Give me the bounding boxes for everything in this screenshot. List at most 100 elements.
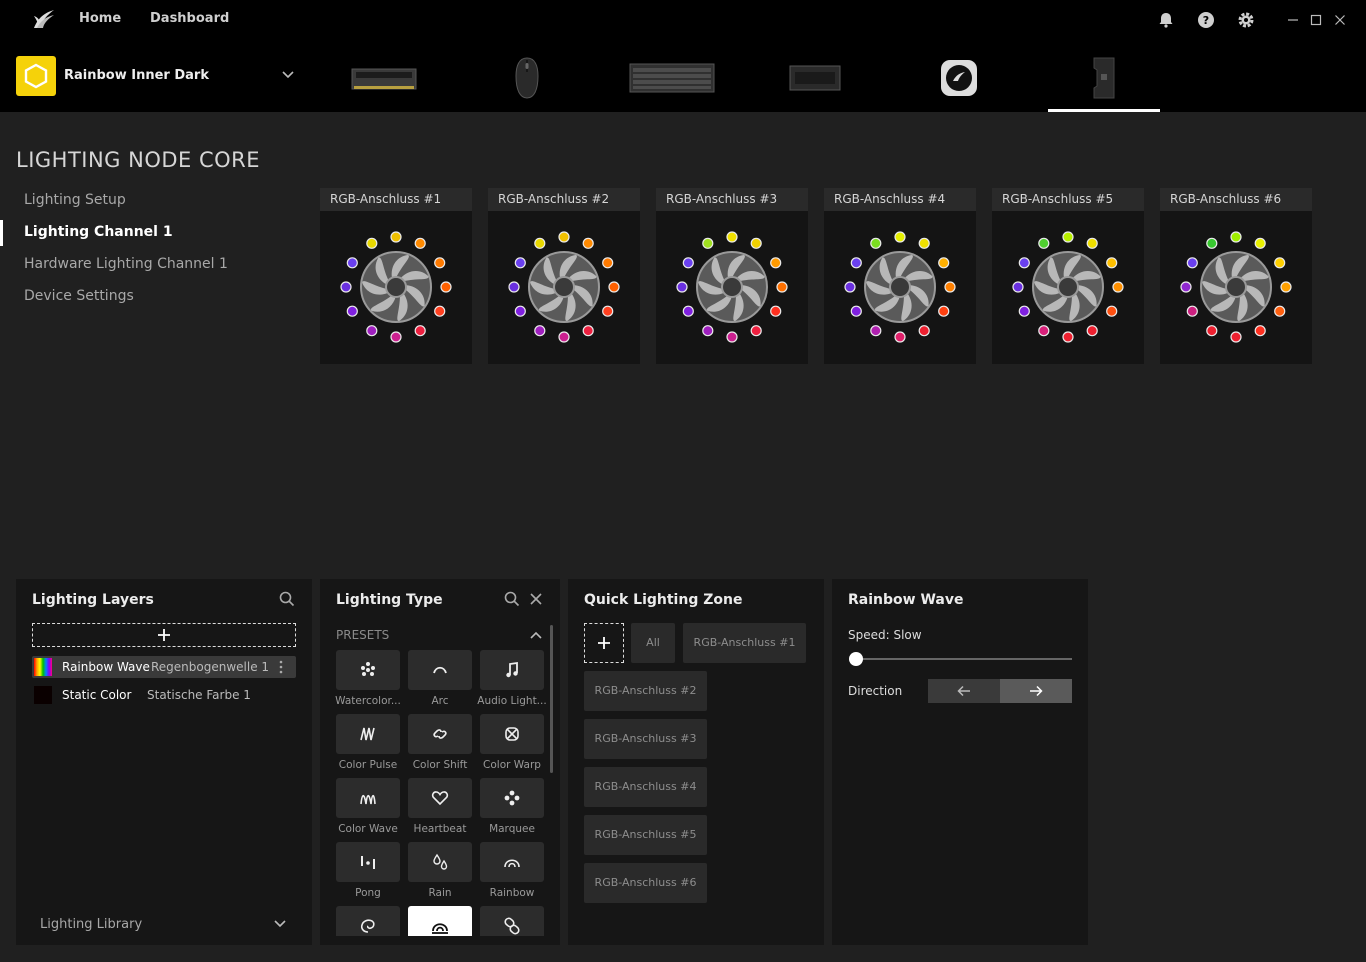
led-dot[interactable]	[534, 237, 546, 249]
add-layer-button[interactable]	[32, 623, 296, 647]
led-dot[interactable]	[366, 325, 378, 337]
led-dot[interactable]	[514, 305, 526, 317]
led-dot[interactable]	[390, 231, 402, 243]
gear-icon[interactable]	[1237, 11, 1255, 29]
close-icon[interactable]	[529, 592, 543, 606]
zone-all-button[interactable]: All	[631, 623, 675, 663]
led-dot[interactable]	[608, 281, 620, 293]
direction-right-button[interactable]	[1000, 679, 1072, 703]
zone-button-3[interactable]: RGB-Anschluss #3	[584, 719, 707, 759]
led-dot[interactable]	[894, 331, 906, 343]
led-dot[interactable]	[938, 305, 950, 317]
led-dot[interactable]	[702, 325, 714, 337]
led-dot[interactable]	[1086, 237, 1098, 249]
lighting-type-button[interactable]	[480, 842, 544, 882]
lighting-type-button[interactable]	[408, 778, 472, 818]
led-dot[interactable]	[434, 257, 446, 269]
led-dot[interactable]	[582, 325, 594, 337]
led-dot[interactable]	[702, 237, 714, 249]
led-dot[interactable]	[508, 281, 520, 293]
port-card[interactable]: RGB-Anschluss #3	[656, 188, 808, 364]
keyboard-device[interactable]	[622, 48, 722, 108]
led-dot[interactable]	[1018, 305, 1030, 317]
led-dot[interactable]	[1206, 237, 1218, 249]
hub-device[interactable]	[780, 48, 850, 108]
lighting-type-button[interactable]	[336, 778, 400, 818]
led-dot[interactable]	[750, 237, 762, 249]
zone-button-5[interactable]: RGB-Anschluss #5	[584, 815, 707, 855]
scrollbar[interactable]	[550, 625, 553, 773]
speed-slider-thumb[interactable]	[849, 652, 863, 666]
led-dot[interactable]	[1186, 257, 1198, 269]
minimize-icon[interactable]	[1287, 14, 1299, 26]
led-dot[interactable]	[938, 257, 950, 269]
led-dot[interactable]	[682, 257, 694, 269]
lighting-type-button[interactable]	[336, 650, 400, 690]
bell-icon[interactable]	[1157, 11, 1175, 29]
lighting-type-button[interactable]	[408, 842, 472, 882]
profile-icon[interactable]	[16, 56, 56, 96]
led-dot[interactable]	[1062, 331, 1074, 343]
layer-item-static-color[interactable]: Static Color Statische Farbe 1	[32, 684, 296, 706]
search-icon[interactable]	[279, 591, 295, 607]
led-dot[interactable]	[870, 237, 882, 249]
led-dot[interactable]	[1274, 305, 1286, 317]
led-dot[interactable]	[918, 325, 930, 337]
lighting-type-button[interactable]	[408, 650, 472, 690]
zone-button-1[interactable]: RGB-Anschluss #1	[683, 623, 806, 663]
nav-hardware-lighting-channel-1[interactable]: Hardware Lighting Channel 1	[24, 256, 228, 272]
led-dot[interactable]	[770, 257, 782, 269]
led-dot[interactable]	[602, 305, 614, 317]
mouse-device[interactable]	[496, 48, 558, 108]
led-dot[interactable]	[1186, 305, 1198, 317]
nav-lighting-setup[interactable]: Lighting Setup	[24, 192, 126, 208]
led-dot[interactable]	[366, 237, 378, 249]
led-dot[interactable]	[558, 231, 570, 243]
direction-left-button[interactable]	[928, 679, 1000, 703]
led-dot[interactable]	[1012, 281, 1024, 293]
led-dot[interactable]	[1230, 331, 1242, 343]
chevron-down-icon[interactable]	[273, 919, 287, 929]
led-dot[interactable]	[1230, 231, 1242, 243]
led-dot[interactable]	[1106, 305, 1118, 317]
lighting-library-label[interactable]: Lighting Library	[40, 917, 142, 932]
led-dot[interactable]	[414, 237, 426, 249]
cooler-device[interactable]	[930, 48, 988, 108]
led-dot[interactable]	[1274, 257, 1286, 269]
led-dot[interactable]	[340, 281, 352, 293]
more-options-icon[interactable]	[278, 660, 284, 674]
profile-name[interactable]: Rainbow Inner Dark	[64, 68, 209, 83]
maximize-icon[interactable]	[1310, 14, 1322, 26]
led-dot[interactable]	[390, 331, 402, 343]
lighting-type-button[interactable]	[336, 714, 400, 754]
led-dot[interactable]	[346, 305, 358, 317]
led-dot[interactable]	[514, 257, 526, 269]
port-card[interactable]: RGB-Anschluss #6	[1160, 188, 1312, 364]
led-dot[interactable]	[844, 281, 856, 293]
led-dot[interactable]	[440, 281, 452, 293]
lighting-type-button[interactable]	[336, 842, 400, 882]
led-dot[interactable]	[944, 281, 956, 293]
led-dot[interactable]	[918, 237, 930, 249]
nav-device-settings[interactable]: Device Settings	[24, 288, 134, 304]
led-dot[interactable]	[870, 325, 882, 337]
dashboard-link[interactable]: Dashboard	[150, 11, 229, 26]
led-dot[interactable]	[1106, 257, 1118, 269]
speed-slider-track[interactable]	[856, 658, 1072, 660]
zone-button-2[interactable]: RGB-Anschluss #2	[584, 671, 707, 711]
zone-button-4[interactable]: RGB-Anschluss #4	[584, 767, 707, 807]
led-dot[interactable]	[414, 325, 426, 337]
led-dot[interactable]	[582, 237, 594, 249]
led-dot[interactable]	[534, 325, 546, 337]
chevron-up-icon[interactable]	[529, 630, 543, 640]
home-link[interactable]: Home	[79, 11, 121, 26]
led-dot[interactable]	[682, 305, 694, 317]
port-card[interactable]: RGB-Anschluss #2	[488, 188, 640, 364]
led-dot[interactable]	[1038, 237, 1050, 249]
led-dot[interactable]	[1206, 325, 1218, 337]
lighting-type-button[interactable]	[480, 714, 544, 754]
lighting-node-device[interactable]	[1048, 48, 1160, 108]
port-card[interactable]: RGB-Anschluss #1	[320, 188, 472, 364]
lighting-type-button[interactable]	[480, 650, 544, 690]
zone-button-6[interactable]: RGB-Anschluss #6	[584, 863, 707, 903]
